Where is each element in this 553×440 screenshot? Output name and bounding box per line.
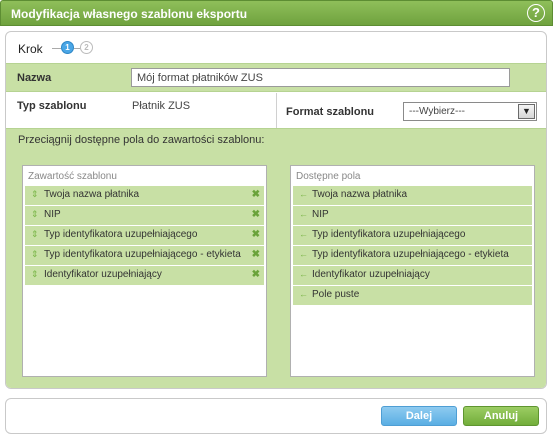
updown-arrow-icon[interactable]: ⇕ <box>31 249 39 260</box>
type-row: Typ szablonu Płatnik ZUS Format szablonu… <box>6 93 546 128</box>
available-field-label: Pole puste <box>312 289 360 300</box>
fields-area: Zawartość szablonu ⇕ Twoja nazwa płatnik… <box>6 151 546 388</box>
left-arrow-icon[interactable]: ← <box>299 209 308 219</box>
next-button[interactable]: Dalej <box>381 406 457 426</box>
updown-arrow-icon[interactable]: ⇕ <box>31 269 39 280</box>
left-arrow-icon[interactable]: ← <box>299 269 308 279</box>
template-content-list[interactable]: Zawartość szablonu ⇕ Twoja nazwa płatnik… <box>22 165 267 377</box>
available-fields-items: ← Twoja nazwa płatnika ← NIP ← Typ ident… <box>293 186 532 306</box>
name-row: Nazwa <box>6 63 546 92</box>
template-item[interactable]: ⇕ Identyfikator uzupełniający ✖ <box>25 266 264 285</box>
dialog-body: Krok 1 2 Nazwa Typ szablonu Płatnik ZUS … <box>5 31 547 389</box>
step-connector <box>52 48 61 49</box>
remove-icon[interactable]: ✖ <box>252 249 260 260</box>
name-label: Nazwa <box>17 72 52 84</box>
template-item-label: NIP <box>44 209 61 220</box>
available-fields-header: Dostępne pola <box>296 171 361 182</box>
template-item[interactable]: ⇕ Typ identyfikatora uzupełniającego - e… <box>25 246 264 265</box>
remove-icon[interactable]: ✖ <box>252 189 260 200</box>
cancel-button[interactable]: Anuluj <box>463 406 539 426</box>
updown-arrow-icon[interactable]: ⇕ <box>31 229 39 240</box>
available-field-label: Typ identyfikatora uzupełniającego <box>312 229 466 240</box>
template-item-label: Typ identyfikatora uzupełniającego - ety… <box>44 249 241 260</box>
updown-arrow-icon[interactable]: ⇕ <box>31 189 39 200</box>
drag-hint-row: Przeciągnij dostępne pola do zawartości … <box>6 128 546 151</box>
available-field-label: NIP <box>312 209 329 220</box>
available-field-item[interactable]: ← Typ identyfikatora uzupełniającego - e… <box>293 246 532 265</box>
remove-icon[interactable]: ✖ <box>252 269 260 280</box>
left-arrow-icon[interactable]: ← <box>299 249 308 259</box>
template-item-label: Typ identyfikatora uzupełniającego <box>44 229 198 240</box>
format-section: Format szablonu ---Wybierz--- ▼ <box>276 93 546 128</box>
step-label: Krok <box>18 42 43 56</box>
left-arrow-icon[interactable]: ← <box>299 189 308 199</box>
template-content-items: ⇕ Twoja nazwa płatnika ✖ ⇕ NIP ✖ ⇕ Typ i… <box>25 186 264 286</box>
template-item-label: Identyfikator uzupełniający <box>44 269 162 280</box>
template-format-select[interactable]: ---Wybierz--- ▼ <box>403 102 537 121</box>
template-format-label: Format szablonu <box>286 106 375 118</box>
template-type-label: Typ szablonu <box>17 100 87 112</box>
template-item-label: Twoja nazwa płatnika <box>44 189 140 200</box>
remove-icon[interactable]: ✖ <box>252 229 260 240</box>
step-2[interactable]: 2 <box>80 41 93 54</box>
available-field-item[interactable]: ← NIP <box>293 206 532 225</box>
available-field-item[interactable]: ← Twoja nazwa płatnika <box>293 186 532 205</box>
dialog-footer: Dalej Anuluj <box>5 398 547 434</box>
updown-arrow-icon[interactable]: ⇕ <box>31 209 39 220</box>
template-item[interactable]: ⇕ Typ identyfikatora uzupełniającego ✖ <box>25 226 264 245</box>
step-1[interactable]: 1 <box>61 41 74 54</box>
template-content-header: Zawartość szablonu <box>28 171 117 182</box>
available-fields-list[interactable]: Dostępne pola ← Twoja nazwa płatnika ← N… <box>290 165 535 377</box>
available-field-item[interactable]: ← Pole puste <box>293 286 532 305</box>
name-input[interactable] <box>131 68 510 87</box>
template-item[interactable]: ⇕ NIP ✖ <box>25 206 264 225</box>
chevron-down-icon[interactable]: ▼ <box>518 104 535 119</box>
help-icon[interactable]: ? <box>527 4 545 22</box>
available-field-item[interactable]: ← Typ identyfikatora uzupełniającego <box>293 226 532 245</box>
left-arrow-icon[interactable]: ← <box>299 229 308 239</box>
available-field-label: Identyfikator uzupełniający <box>312 269 430 280</box>
available-field-label: Typ identyfikatora uzupełniającego - ety… <box>312 249 509 260</box>
template-format-value: ---Wybierz--- <box>409 106 466 117</box>
template-type-value: Płatnik ZUS <box>132 100 191 112</box>
remove-icon[interactable]: ✖ <box>252 209 260 220</box>
dialog-titlebar: Modyfikacja własnego szablonu eksportu ? <box>0 0 553 26</box>
dialog-title: Modyfikacja własnego szablonu eksportu <box>11 7 248 21</box>
template-item[interactable]: ⇕ Twoja nazwa płatnika ✖ <box>25 186 264 205</box>
left-arrow-icon[interactable]: ← <box>299 289 308 299</box>
drag-hint: Przeciągnij dostępne pola do zawartości … <box>18 134 265 146</box>
available-field-item[interactable]: ← Identyfikator uzupełniający <box>293 266 532 285</box>
available-field-label: Twoja nazwa płatnika <box>312 189 408 200</box>
